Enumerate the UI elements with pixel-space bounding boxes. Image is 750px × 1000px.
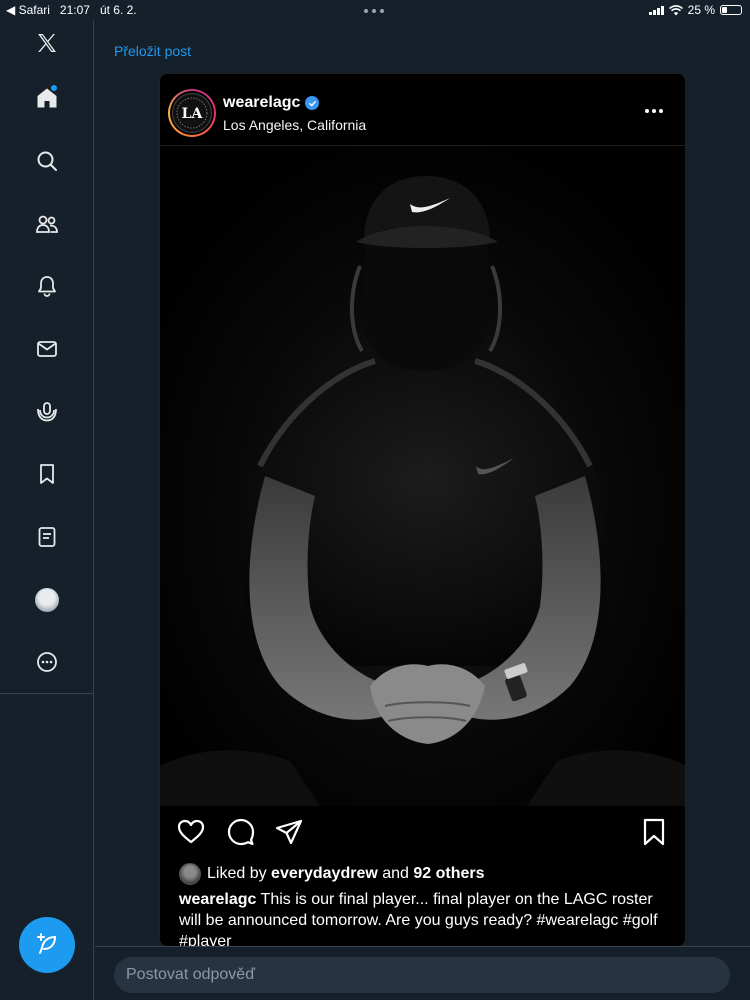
liker-avatar[interactable] <box>179 863 201 885</box>
liked-prefix: Liked by <box>207 865 267 882</box>
svg-text:LA: LA <box>182 106 204 122</box>
caption-username[interactable]: wearelagc <box>179 891 256 908</box>
profile-avatar[interactable] <box>27 580 67 620</box>
embed-username[interactable]: wearelagc <box>223 94 300 112</box>
status-bar: ◀ Safari 21:07 út 6. 2. 25 % <box>0 0 750 20</box>
notifications-icon[interactable] <box>27 266 67 306</box>
compose-post-button[interactable] <box>19 917 75 973</box>
embedded-instagram-post[interactable]: LA wearelagc Los Angeles, California Lik… <box>159 73 686 947</box>
wifi-icon <box>668 4 683 15</box>
bookmarks-icon[interactable] <box>27 454 67 494</box>
x-logo-icon[interactable] <box>27 23 67 63</box>
compose-feather-icon <box>37 933 56 954</box>
post-actions <box>176 817 669 847</box>
comment-bubble-icon[interactable] <box>226 817 256 847</box>
embed-avatar[interactable]: LA <box>168 89 216 137</box>
back-app-label: Safari <box>18 3 50 17</box>
like-heart-icon[interactable] <box>176 817 206 847</box>
liked-by-line: Liked by everydaydrew and 92 others <box>179 863 485 885</box>
share-paper-plane-icon[interactable] <box>274 817 304 847</box>
status-time: 21:07 <box>59 3 90 17</box>
lagc-logo: LA <box>172 93 212 133</box>
search-icon[interactable] <box>27 141 67 181</box>
battery-icon <box>720 5 742 15</box>
battery-percent: 25 % <box>687 3 715 17</box>
save-bookmark-icon[interactable] <box>639 817 669 847</box>
communities-icon[interactable] <box>27 204 67 244</box>
sidebar-nav <box>0 20 94 1000</box>
sidebar-divider <box>0 693 94 694</box>
status-date: út 6. 2. <box>99 3 137 17</box>
spaces-icon[interactable] <box>27 392 67 432</box>
notification-dot <box>51 85 57 91</box>
more-icon[interactable] <box>27 642 67 682</box>
reply-divider <box>95 946 750 947</box>
embed-header: LA wearelagc Los Angeles, California <box>160 74 685 146</box>
reply-input[interactable] <box>114 957 730 993</box>
liker-username[interactable]: everydaydrew <box>271 865 378 882</box>
post-photo[interactable] <box>160 146 685 806</box>
liked-middle: and <box>382 865 409 882</box>
multitasking-dots-icon[interactable] <box>364 9 384 13</box>
more-options-icon[interactable] <box>645 101 669 121</box>
verified-badge-icon <box>305 96 320 110</box>
golfer-portrait-image <box>160 176 685 806</box>
embed-location[interactable]: Los Angeles, California <box>223 117 366 133</box>
post-caption: wearelagc This is our final player... fi… <box>179 889 669 946</box>
back-to-app-link[interactable]: ◀ Safari <box>6 3 50 17</box>
messages-icon[interactable] <box>27 329 67 369</box>
translate-post-link[interactable]: Přeložit post <box>114 43 191 59</box>
avatar <box>35 588 59 612</box>
likes-count[interactable]: 92 others <box>413 865 484 882</box>
cellular-signal-icon <box>648 5 664 15</box>
home-icon[interactable] <box>27 78 67 118</box>
lists-icon[interactable] <box>27 517 67 557</box>
